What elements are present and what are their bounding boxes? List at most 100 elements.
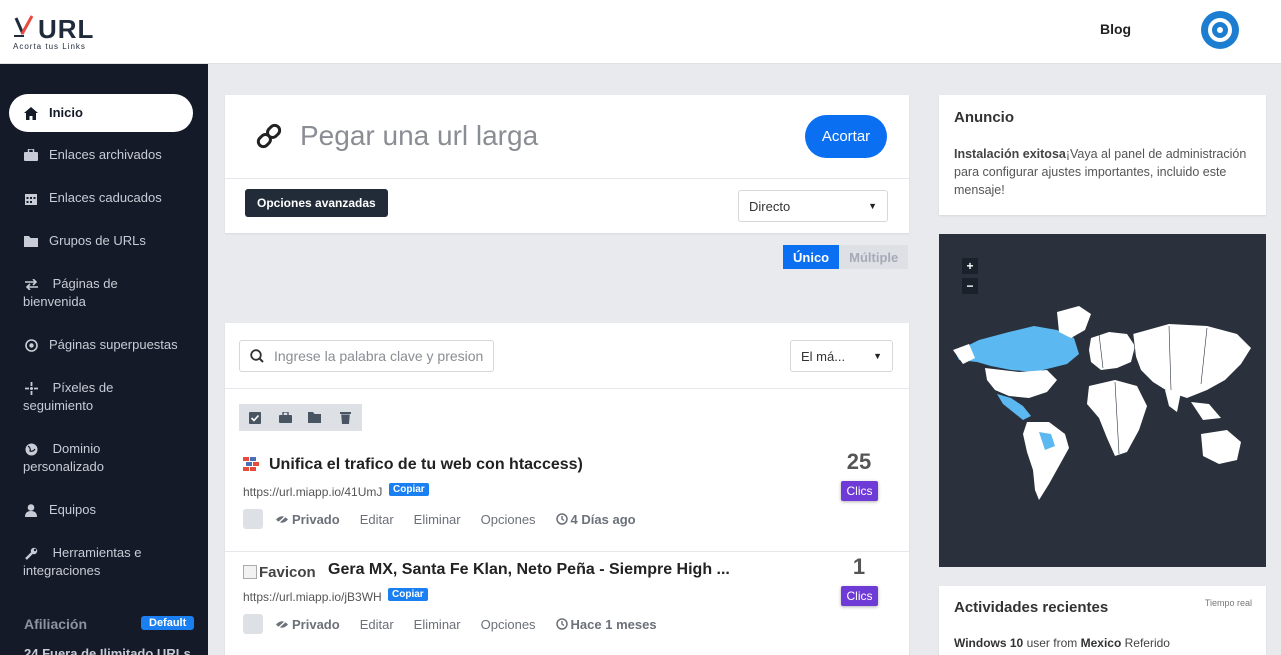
arrows-icon: [23, 275, 39, 293]
globe-icon: [23, 440, 39, 458]
world-map-graphic: [953, 306, 1251, 500]
mode-multiple-tab[interactable]: Múltiple: [839, 245, 909, 269]
sidebar-item-tools[interactable]: Herramientas e integraciones: [9, 544, 193, 580]
favicon-placeholder: Favicon: [243, 564, 316, 581]
sidebar-item-inicio[interactable]: Inicio: [9, 94, 193, 132]
eye-slash-icon: [276, 618, 288, 630]
row-checkbox[interactable]: [243, 614, 263, 634]
sidebar-item-splash[interactable]: Páginas de bienvenida: [9, 275, 193, 311]
link-title[interactable]: Unifica el trafico de tu web con htacces…: [269, 456, 583, 474]
announcement-body: Instalación exitosa¡Vaya al panel de adm…: [954, 145, 1254, 199]
sidebar-item-label: Grupos de URLs: [49, 233, 146, 248]
options-link[interactable]: Opciones: [481, 512, 536, 527]
sort-select[interactable]: El má... ▼: [790, 340, 893, 372]
privacy-label: Privado: [292, 511, 340, 527]
edit-link[interactable]: Editar: [360, 512, 394, 527]
links-search: [239, 340, 494, 372]
logo-word: URL: [38, 14, 95, 44]
link-icon: [256, 123, 282, 149]
links-card: El má... ▼ Unifica el trafico de tu web …: [225, 323, 909, 655]
short-url[interactable]: https://url.miapp.io/41UmJ: [243, 485, 382, 499]
plan-badge: Default: [141, 616, 195, 630]
link-row: Unifica el trafico de tu web con htacces…: [225, 447, 909, 551]
clock-icon: [555, 618, 568, 630]
archive-icon[interactable]: [277, 410, 293, 426]
power-icon: [1208, 18, 1232, 42]
options-link[interactable]: Opciones: [481, 617, 536, 632]
announcement-bold: Instalación exitosa: [954, 147, 1066, 161]
search-icon: [250, 349, 264, 363]
eye-slash-icon: [276, 513, 288, 525]
caret-down-icon: ▼: [873, 351, 882, 361]
logo[interactable]: URL Acorta tus Links: [10, 14, 100, 54]
divider: [225, 178, 909, 179]
shorten-card: Acortar Opciones avanzadas Directo ▼: [225, 95, 909, 233]
age-label: 4 Días ago: [570, 511, 636, 527]
visitors-world-map[interactable]: + −: [939, 234, 1266, 567]
click-count: 25: [846, 449, 872, 474]
favicon-alt: Favicon: [259, 564, 316, 581]
sidebar-item-label: Equipos: [49, 502, 96, 517]
advanced-options-button[interactable]: Opciones avanzadas: [245, 189, 388, 217]
sidebar-item-overlay[interactable]: Páginas superpuestas: [9, 336, 193, 354]
activity-item: Windows 10 user from Mexico Referido: [954, 636, 1170, 650]
mode-single-tab[interactable]: Único: [783, 245, 840, 269]
sidebar-item-expired[interactable]: Enlaces caducados: [9, 189, 193, 207]
avatar[interactable]: [1201, 11, 1239, 49]
link-row: Favicon Gera MX, Santa Fe Klan, Neto Peñ…: [225, 551, 909, 655]
sidebar-item-label: Enlaces archivados: [49, 147, 162, 162]
long-url-input[interactable]: [300, 115, 780, 157]
delete-link[interactable]: Eliminar: [414, 617, 461, 632]
announcement-title: Anuncio: [954, 109, 1014, 126]
sidebar-item-archived[interactable]: Enlaces archivados: [9, 146, 193, 164]
copy-button[interactable]: Copiar: [389, 483, 429, 496]
sidebar-item-label: Páginas superpuestas: [49, 337, 178, 352]
sidebar-item-domain[interactable]: Dominio personalizado: [9, 440, 193, 476]
broken-image-icon: [243, 565, 257, 579]
activity-os: Windows 10: [954, 636, 1024, 650]
logo-tagline: Acorta tus Links: [13, 42, 86, 51]
age-label: Hace 1 meses: [570, 616, 657, 632]
home-icon: [23, 104, 39, 122]
user-icon: [23, 501, 39, 519]
sidebar-item-label: Herramientas e integraciones: [23, 545, 142, 578]
privacy-toggle[interactable]: Privado: [275, 617, 340, 632]
bulk-actions: [239, 404, 362, 431]
announcement-card: Anuncio Instalación exitosa¡Vaya al pane…: [939, 95, 1266, 215]
folder-icon: [23, 232, 39, 250]
activity-text: user from: [1023, 636, 1081, 650]
recent-activity-title: Actividades recientes: [954, 599, 1109, 616]
sidebar-item-pixels[interactable]: Píxeles de seguimiento: [9, 379, 193, 415]
row-checkbox[interactable]: [243, 509, 263, 529]
folder-icon[interactable]: [307, 410, 323, 426]
logo-link-icon: [14, 15, 34, 37]
delete-link[interactable]: Eliminar: [414, 512, 461, 527]
redirect-type-value: Directo: [749, 198, 791, 214]
sidebar-item-groups[interactable]: Grupos de URLs: [9, 232, 193, 250]
search-input[interactable]: [274, 348, 484, 364]
wrench-icon: [23, 544, 39, 562]
nav-blog-link[interactable]: Blog: [1100, 21, 1131, 37]
sort-value: El má...: [801, 348, 846, 364]
clock-icon: [555, 513, 568, 525]
redirect-type-select[interactable]: Directo ▼: [738, 190, 888, 222]
affiliate-label: Afiliación: [24, 616, 88, 632]
short-url[interactable]: https://url.miapp.io/jB3WH: [243, 590, 382, 604]
privacy-label: Privado: [292, 616, 340, 632]
sidebar: Inicio Enlaces archivados Enlaces caduca…: [0, 64, 208, 655]
sidebar-item-teams[interactable]: Equipos: [9, 501, 193, 519]
shorten-mode-toggle: Único Múltiple: [783, 245, 909, 269]
select-all-icon[interactable]: [247, 410, 263, 426]
copy-button[interactable]: Copiar: [388, 588, 428, 601]
link-title[interactable]: Gera MX, Santa Fe Klan, Neto Peña - Siem…: [328, 561, 730, 579]
clicks-badge[interactable]: Clics: [841, 481, 878, 501]
link-age: Hace 1 meses: [555, 616, 657, 632]
calendar-icon: [23, 189, 39, 207]
clicks-badge[interactable]: Clics: [841, 586, 878, 606]
activity-country: Mexico: [1080, 636, 1122, 650]
edit-link[interactable]: Editar: [360, 617, 394, 632]
trash-icon[interactable]: [337, 410, 353, 426]
htaccess-favicon: [243, 457, 259, 471]
privacy-toggle[interactable]: Privado: [275, 512, 340, 527]
shorten-button[interactable]: Acortar: [805, 115, 887, 158]
